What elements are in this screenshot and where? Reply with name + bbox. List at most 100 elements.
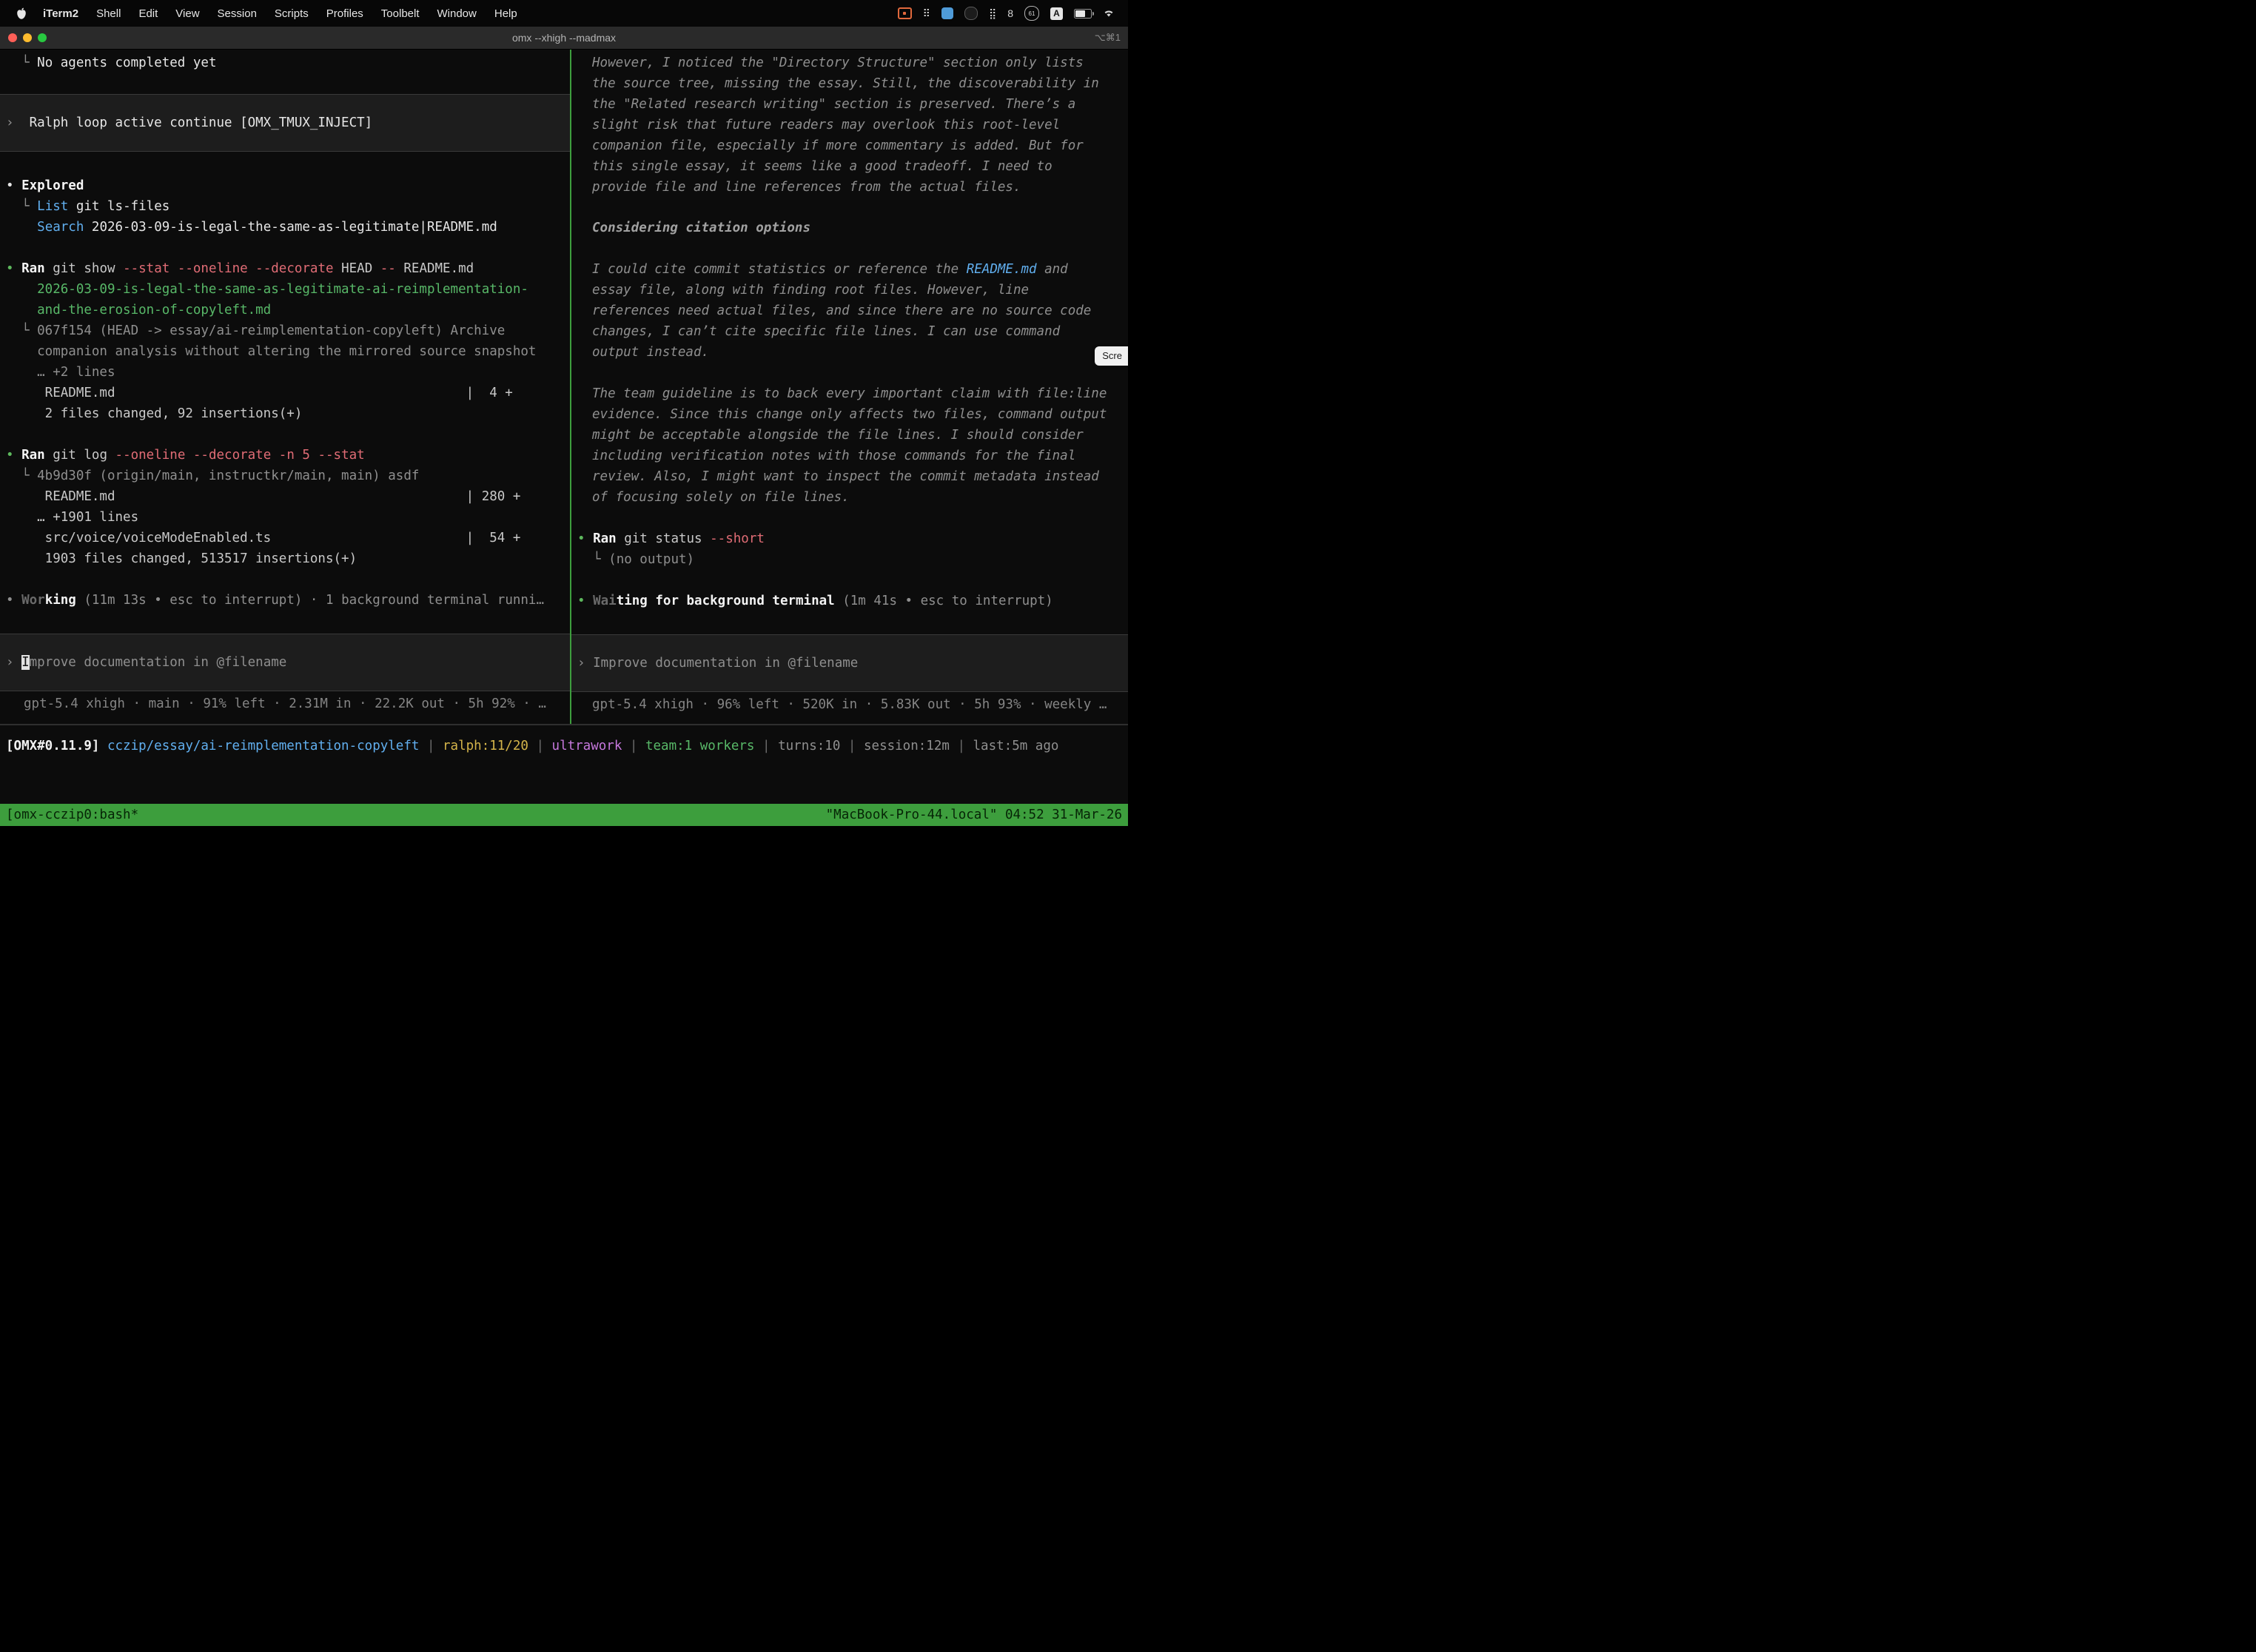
prompt-input-right[interactable]: › Improve documentation in @filename: [571, 634, 1128, 692]
diffstat-line: … +1901 lines: [0, 507, 570, 528]
terminal-area: └ No agents completed yet › Ralph loop a…: [0, 50, 1128, 724]
commit-message-line: … +2 lines: [0, 362, 570, 383]
diffstat-line: 1903 files changed, 513517 insertions(+): [0, 548, 570, 569]
explored-list-line: └ List git ls-files: [0, 196, 570, 217]
no-output-line: └ (no output): [571, 549, 1128, 570]
pane-bottom-border: [0, 724, 1128, 725]
explored-search-line: Search 2026-03-09-is-legal-the-same-as-l…: [0, 217, 570, 238]
explored-line: • Explored: [0, 175, 570, 196]
omx-mode: ultrawork: [552, 739, 622, 753]
ran-git-log-line: • Ran git log --oneline --decorate -n 5 …: [0, 445, 570, 466]
inject-banner-line: › Ralph loop active continue [OMX_TMUX_I…: [0, 113, 372, 133]
menu-item-view[interactable]: View: [167, 7, 208, 20]
right-pane[interactable]: However, I noticed the "Directory Struct…: [571, 50, 1128, 724]
text-cursor: I: [21, 655, 30, 670]
commit-filename-line: and-the-erosion-of-copyleft.md: [0, 300, 570, 320]
thinking-line: evidence. Since this change only affects…: [571, 404, 1128, 425]
model-status-left: gpt-5.4 xhigh · main · 91% left · 2.31M …: [0, 694, 570, 714]
thinking-line: the "Related research writing" section i…: [571, 94, 1128, 115]
omx-status-bar: [OMX#0.11.9] cczip/essay/ai-reimplementa…: [0, 736, 1128, 756]
menu-bar: iTerm2 Shell Edit View Session Scripts P…: [0, 0, 1128, 27]
ran1-diffstat-lines: README.md | 4 + 2 files changed, 92 inse…: [0, 383, 570, 424]
ran1-filename-lines: 2026-03-09-is-legal-the-same-as-legitima…: [0, 279, 570, 320]
thinking-line: output instead.: [571, 342, 1128, 363]
battery-percent-icon[interactable]: 61: [1024, 6, 1039, 21]
tmux-host-clock: "MacBook-Pro-44.local" 04:52 31-Mar-26: [826, 807, 1122, 822]
apple-menu[interactable]: [9, 7, 34, 20]
thinking-line: provide file and line references from th…: [571, 177, 1128, 198]
left-pane[interactable]: └ No agents completed yet › Ralph loop a…: [0, 50, 570, 724]
thinking-line: this single essay, it seems like a good …: [571, 156, 1128, 177]
no-agents-line: └ No agents completed yet: [0, 53, 570, 73]
commit-message-line: companion analysis without altering the …: [0, 341, 570, 362]
omx-version: [OMX#0.11.9]: [6, 739, 107, 753]
desktop-screen: iTerm2 Shell Edit View Session Scripts P…: [0, 0, 1128, 826]
omx-last: last:5m ago: [973, 739, 1059, 753]
menu-item-edit[interactable]: Edit: [130, 7, 167, 20]
model-status-right: gpt-5.4 xhigh · 96% left · 520K in · 5.8…: [571, 694, 1128, 715]
omx-team: team:1 workers: [645, 739, 755, 753]
omx-turns: turns:10: [778, 739, 840, 753]
waiting-status-line: • Waiting for background terminal (1m 41…: [571, 591, 1128, 611]
menu-item-profiles[interactable]: Profiles: [318, 7, 372, 20]
tmux-status-bar[interactable]: [omx-cczip0:bash* "MacBook-Pro-44.local"…: [0, 804, 1128, 826]
commit-message-line: └ 067f154 (HEAD -> essay/ai-reimplementa…: [0, 320, 570, 341]
dots-grid-icon[interactable]: ⣿: [989, 7, 996, 20]
window-title-bar[interactable]: omx --xhigh --madmax ⌥⌘1: [0, 27, 1128, 50]
screen-share-overlay-button[interactable]: Scre: [1095, 346, 1128, 366]
ran-git-show-line: • Ran git show --stat --oneline --decora…: [0, 258, 570, 279]
commit-filename-line: 2026-03-09-is-legal-the-same-as-legitima…: [0, 279, 570, 300]
menu-item-shell[interactable]: Shell: [87, 7, 130, 20]
iterm2-window: omx --xhigh --madmax ⌥⌘1 └ No agents com…: [0, 27, 1128, 826]
ran1-commit-lines: └ 067f154 (HEAD -> essay/ai-reimplementa…: [0, 320, 570, 383]
menu-bar-status-icons: ⠿ ⣿ 8 61 A: [898, 6, 1119, 21]
thinking-line: of focusing solely on file lines.: [571, 487, 1128, 508]
menu-item-help[interactable]: Help: [486, 7, 526, 20]
thinking-line: essay file, along with finding root file…: [571, 280, 1128, 300]
prompt-input-left[interactable]: › Improve documentation in @filename: [0, 634, 570, 691]
thinking-line: the source tree, missing the essay. Stil…: [571, 73, 1128, 94]
thinking-line: The team guideline is to back every impo…: [571, 383, 1128, 404]
thinking-line: references need actual files, and since …: [571, 300, 1128, 321]
apple-icon: [16, 7, 27, 20]
diffstat-line: 2 files changed, 92 insertions(+): [0, 403, 570, 424]
terminal-filler: [0, 756, 1128, 804]
diffstat-line: README.md | 280 +: [0, 486, 570, 507]
thinking-line: slight risk that future readers may over…: [571, 115, 1128, 135]
prompt-input-left-line: › Improve documentation in @filename: [0, 652, 286, 673]
thinking-paragraph-3: The team guideline is to back every impo…: [571, 383, 1128, 508]
thinking-paragraph-2: essay file, along with finding root file…: [571, 280, 1128, 363]
wifi-icon[interactable]: [1103, 9, 1115, 18]
thinking-paragraph-1: However, I noticed the "Directory Struct…: [571, 53, 1128, 198]
thinking-line: review. Also, I might want to inspect th…: [571, 466, 1128, 487]
menu-item-window[interactable]: Window: [429, 7, 486, 20]
tmux-session-label: [omx-cczip0:bash*: [6, 807, 138, 822]
menu-item-session[interactable]: Session: [209, 7, 266, 20]
thinking-line-with-link: I could cite commit statistics or refere…: [571, 259, 1128, 280]
diffstat-line: README.md | 4 +: [0, 383, 570, 403]
window-title: omx --xhigh --madmax: [0, 32, 1128, 44]
thinking-line: might be acceptable alongside the file l…: [571, 425, 1128, 446]
dark-app-icon[interactable]: [964, 7, 978, 20]
readme-link[interactable]: README.md: [967, 262, 1037, 277]
ran-git-status-line: • Ran git status --short: [571, 528, 1128, 549]
thinking-heading: Considering citation options: [571, 218, 1128, 238]
window-shortcut-label: ⌥⌘1: [1095, 32, 1121, 44]
thinking-line: companion file, especially if more comme…: [571, 135, 1128, 156]
thinking-line: including verification notes with those …: [571, 446, 1128, 466]
menu-item-scripts[interactable]: Scripts: [266, 7, 318, 20]
menu-item-toolbelt[interactable]: Toolbelt: [372, 7, 429, 20]
blue-app-icon[interactable]: [941, 7, 953, 19]
menu-item-iterm2[interactable]: iTerm2: [34, 7, 87, 20]
omx-ralph-counter: ralph:11/20: [443, 739, 528, 753]
hook-app-icon[interactable]: 8: [1007, 7, 1013, 19]
ran2-diffstat-lines: README.md | 280 + … +1901 lines src/voic…: [0, 486, 570, 569]
battery-icon[interactable]: [1074, 9, 1092, 19]
thinking-line: However, I noticed the "Directory Struct…: [571, 53, 1128, 73]
inject-banner[interactable]: › Ralph loop active continue [OMX_TMUX_I…: [0, 94, 570, 152]
input-source-icon[interactable]: A: [1050, 7, 1063, 20]
bento-grid-icon[interactable]: ⠿: [923, 7, 930, 20]
omx-session: session:12m: [864, 739, 950, 753]
omx-branch-path: cczip/essay/ai-reimplementation-copyleft: [107, 739, 419, 753]
screen-recording-indicator-icon[interactable]: [898, 7, 912, 19]
